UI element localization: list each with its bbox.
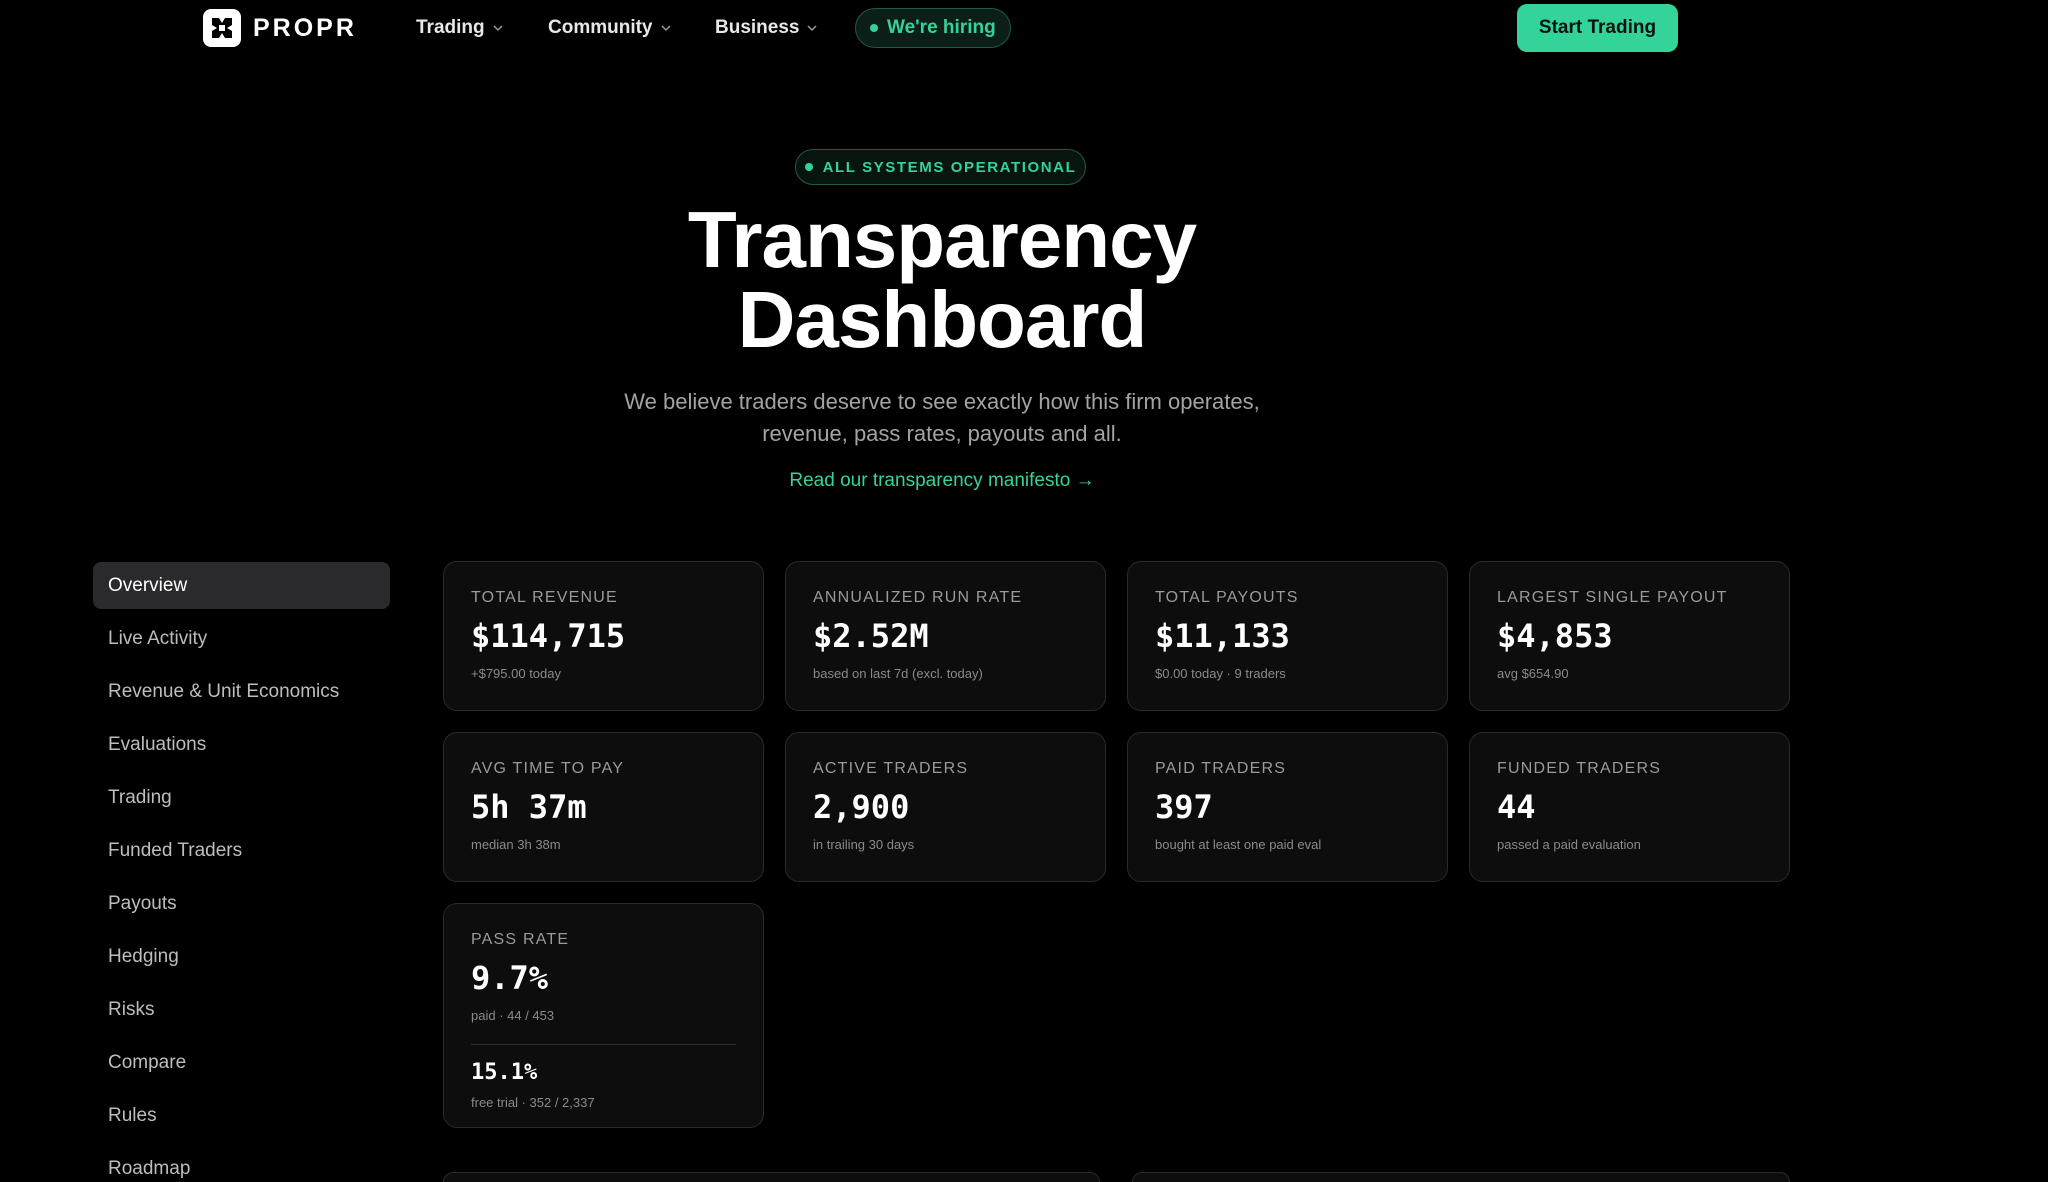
status-dot-icon: [804, 163, 813, 171]
metric-sub-secondary: free trial · 352 / 2,337: [471, 1095, 595, 1110]
metric-label: Total Payouts: [1155, 589, 1299, 606]
metric-card-pass-rate: Pass Rate 9.7% paid · 44 / 453 15.1% fre…: [443, 903, 764, 1128]
metric-sub: based on last 7d (excl. today): [813, 666, 983, 681]
nav-trading[interactable]: Trading: [416, 12, 504, 44]
hiring-label: We're hiring: [887, 17, 996, 38]
metric-value: $2.52M: [813, 617, 929, 655]
metric-label: Active Traders: [813, 760, 969, 777]
metric-value-secondary: 15.1%: [471, 1060, 538, 1085]
propr-logo-icon: [203, 9, 241, 47]
metric-value: $114,715: [471, 617, 626, 655]
nav-business-label: Business: [715, 17, 800, 38]
hiring-badge[interactable]: We're hiring: [855, 8, 1011, 48]
metric-card-largest-payout: Largest Single Payout $4,853 avg $654.90: [1469, 561, 1790, 711]
brand-logo[interactable]: PROPR: [203, 8, 357, 48]
page-title: Transparency Dashboard: [540, 200, 1344, 360]
metric-label: Avg Time to Pay: [471, 760, 625, 777]
start-trading-button[interactable]: Start Trading: [1517, 4, 1678, 52]
metric-label: Pass Rate: [471, 931, 570, 948]
metric-label: Paid Traders: [1155, 760, 1287, 777]
brand-name: PROPR: [253, 13, 357, 42]
card-divider: [471, 1044, 736, 1045]
metric-card-funded-traders: Funded Traders 44 passed a paid evaluati…: [1469, 732, 1790, 882]
metric-card-active-traders: Active Traders 2,900 in trailing 30 days: [785, 732, 1106, 882]
sidebar-item-risks[interactable]: Risks: [93, 986, 390, 1033]
panel-partial-left: [443, 1172, 1100, 1182]
page-title-line1: Transparency: [687, 195, 1197, 284]
metric-label: Annualized Run Rate: [813, 589, 1023, 606]
metric-sub: paid · 44 / 453: [471, 1008, 555, 1023]
panel-partial-right: [1132, 1172, 1790, 1182]
metric-sub: avg $654.90: [1497, 666, 1569, 681]
sidebar-item-live-activity[interactable]: Live Activity: [93, 615, 390, 662]
section-sidebar: Overview Live Activity Revenue & Unit Ec…: [93, 562, 390, 1182]
chevron-down-icon: [807, 25, 818, 32]
metric-value: 397: [1155, 788, 1213, 826]
metric-value: 5h 37m: [471, 788, 587, 826]
nav-business[interactable]: Business: [715, 12, 818, 44]
metric-sub: bought at least one paid eval: [1155, 837, 1322, 852]
sidebar-item-evaluations[interactable]: Evaluations: [93, 721, 390, 768]
status-dot-icon: [870, 24, 878, 32]
metric-label: Largest Single Payout: [1497, 589, 1728, 606]
sidebar-item-revenue[interactable]: Revenue & Unit Economics: [93, 668, 390, 715]
metric-card-avg-time-to-pay: Avg Time to Pay 5h 37m median 3h 38m: [443, 732, 764, 882]
metric-card-total-revenue: Total Revenue $114,715 +$795.00 today: [443, 561, 764, 711]
system-status-text: ALL SYSTEMS OPERATIONAL: [822, 158, 1077, 176]
metric-sub: +$795.00 today: [471, 666, 561, 681]
nav-community-label: Community: [548, 17, 653, 38]
manifesto-link[interactable]: Read our transparency manifesto →: [700, 470, 1184, 492]
sidebar-item-roadmap[interactable]: Roadmap: [93, 1145, 390, 1182]
metric-sub: passed a paid evaluation: [1497, 837, 1641, 852]
metric-card-total-payouts: Total Payouts $11,133 $0.00 today · 9 tr…: [1127, 561, 1448, 711]
metric-sub: $0.00 today · 9 traders: [1155, 666, 1286, 681]
sidebar-item-rules[interactable]: Rules: [93, 1092, 390, 1139]
sidebar-item-payouts[interactable]: Payouts: [93, 880, 390, 927]
sidebar-item-funded-traders[interactable]: Funded Traders: [93, 827, 390, 874]
metric-value: 2,900: [813, 788, 910, 826]
chevron-down-icon: [660, 25, 671, 32]
system-status-badge: ALL SYSTEMS OPERATIONAL: [795, 149, 1086, 185]
chevron-down-icon: [493, 25, 503, 32]
sidebar-item-overview[interactable]: Overview: [93, 562, 390, 609]
metric-label: Funded Traders: [1497, 760, 1662, 777]
metric-value: $4,853: [1497, 617, 1613, 655]
metric-value: $11,133: [1155, 617, 1290, 655]
metric-card-paid-traders: Paid Traders 397 bought at least one pai…: [1127, 732, 1448, 882]
metric-sub: in trailing 30 days: [813, 837, 915, 852]
sidebar-item-compare[interactable]: Compare: [93, 1039, 390, 1086]
metric-sub: median 3h 38m: [471, 837, 561, 852]
nav-community[interactable]: Community: [548, 12, 672, 44]
top-nav: PROPR Trading Community Business We're h…: [0, 0, 2048, 56]
nav-trading-label: Trading: [416, 17, 485, 38]
metric-label: Total Revenue: [471, 589, 618, 606]
sidebar-item-hedging[interactable]: Hedging: [93, 933, 390, 980]
page-subtitle: We believe traders deserve to see exactl…: [624, 389, 1260, 446]
page-title-line2: Dashboard: [737, 275, 1148, 364]
metric-value: 44: [1497, 788, 1536, 826]
sidebar-item-trading[interactable]: Trading: [93, 774, 390, 821]
metric-card-run-rate: Annualized Run Rate $2.52M based on last…: [785, 561, 1106, 711]
metric-value: 9.7%: [471, 959, 549, 997]
